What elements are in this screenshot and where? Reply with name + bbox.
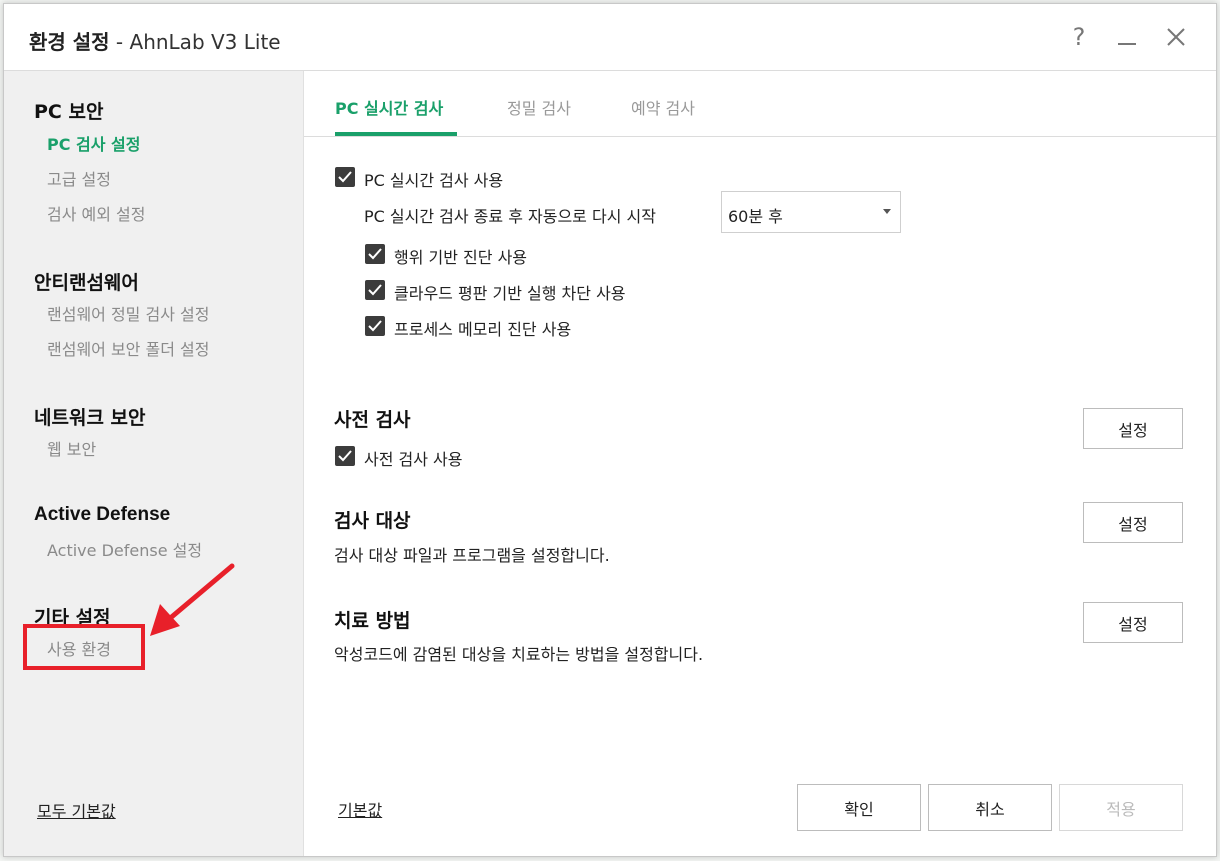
annotation-arrow-icon <box>150 563 235 636</box>
